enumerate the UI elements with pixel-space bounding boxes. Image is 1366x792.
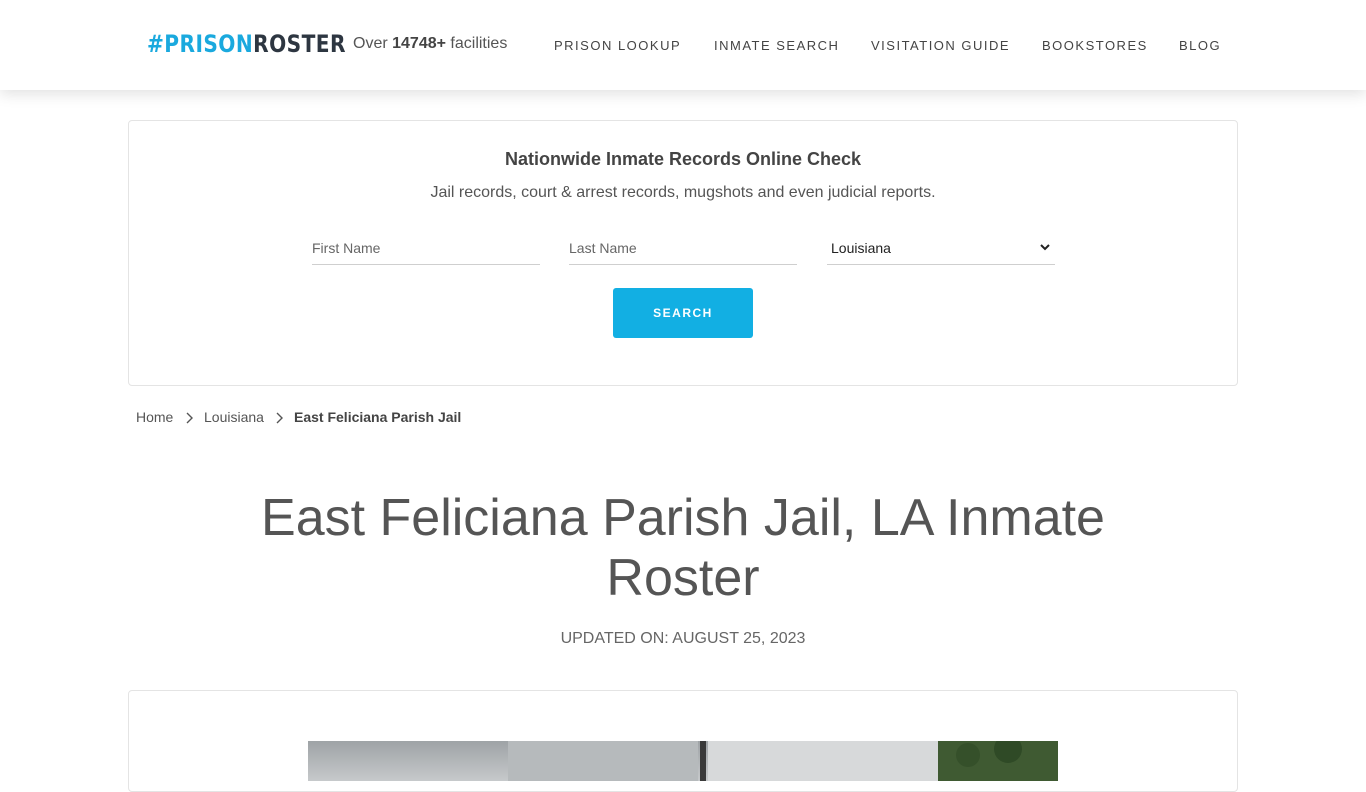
facilities-count-text: Over 14748+ facilities — [353, 35, 507, 53]
breadcrumb-home[interactable]: Home — [136, 409, 173, 425]
breadcrumb-current: East Feliciana Parish Jail — [294, 409, 462, 425]
page-title: East Feliciana Parish Jail, LA Inmate Ro… — [261, 489, 1105, 607]
logo-prison: PRISON — [164, 30, 254, 58]
first-name-input[interactable] — [312, 231, 540, 265]
search-panel-subtitle: Jail records, court & arrest records, mu… — [430, 184, 936, 201]
facilities-count: 14748+ — [392, 35, 446, 52]
chevron-down-icon — [1040, 244, 1050, 251]
site-header: #PRISONROSTER Over 14748+ facilities PRI… — [0, 0, 1366, 90]
facility-content-card — [128, 690, 1238, 792]
last-name-input[interactable] — [569, 231, 797, 265]
breadcrumb-state[interactable]: Louisiana — [204, 409, 264, 425]
site-logo[interactable]: #PRISONROSTER — [147, 29, 346, 59]
chevron-right-icon — [276, 412, 283, 424]
nav-prison-lookup[interactable]: PRISON LOOKUP — [554, 38, 681, 53]
nav-inmate-search[interactable]: INMATE SEARCH — [714, 38, 839, 53]
chevron-right-icon — [186, 412, 193, 424]
inmate-search-panel: Nationwide Inmate Records Online Check J… — [128, 120, 1238, 386]
nav-bookstores[interactable]: BOOKSTORES — [1042, 38, 1148, 53]
state-select-value: Louisiana — [831, 240, 891, 256]
updated-date: UPDATED ON: AUGUST 25, 2023 — [560, 630, 806, 647]
logo-hash: # — [147, 30, 165, 58]
search-panel-title: Nationwide Inmate Records Online Check — [504, 149, 862, 169]
search-button[interactable]: SEARCH — [613, 288, 753, 338]
nav-visitation-guide[interactable]: VISITATION GUIDE — [871, 38, 1010, 53]
logo-roster: ROSTER — [253, 30, 346, 58]
facility-photo — [308, 741, 1058, 781]
state-select[interactable]: Louisiana — [827, 231, 1055, 265]
facilities-suffix: facilities — [450, 35, 508, 52]
facilities-prefix: Over — [353, 35, 388, 52]
nav-blog[interactable]: BLOG — [1179, 38, 1221, 53]
